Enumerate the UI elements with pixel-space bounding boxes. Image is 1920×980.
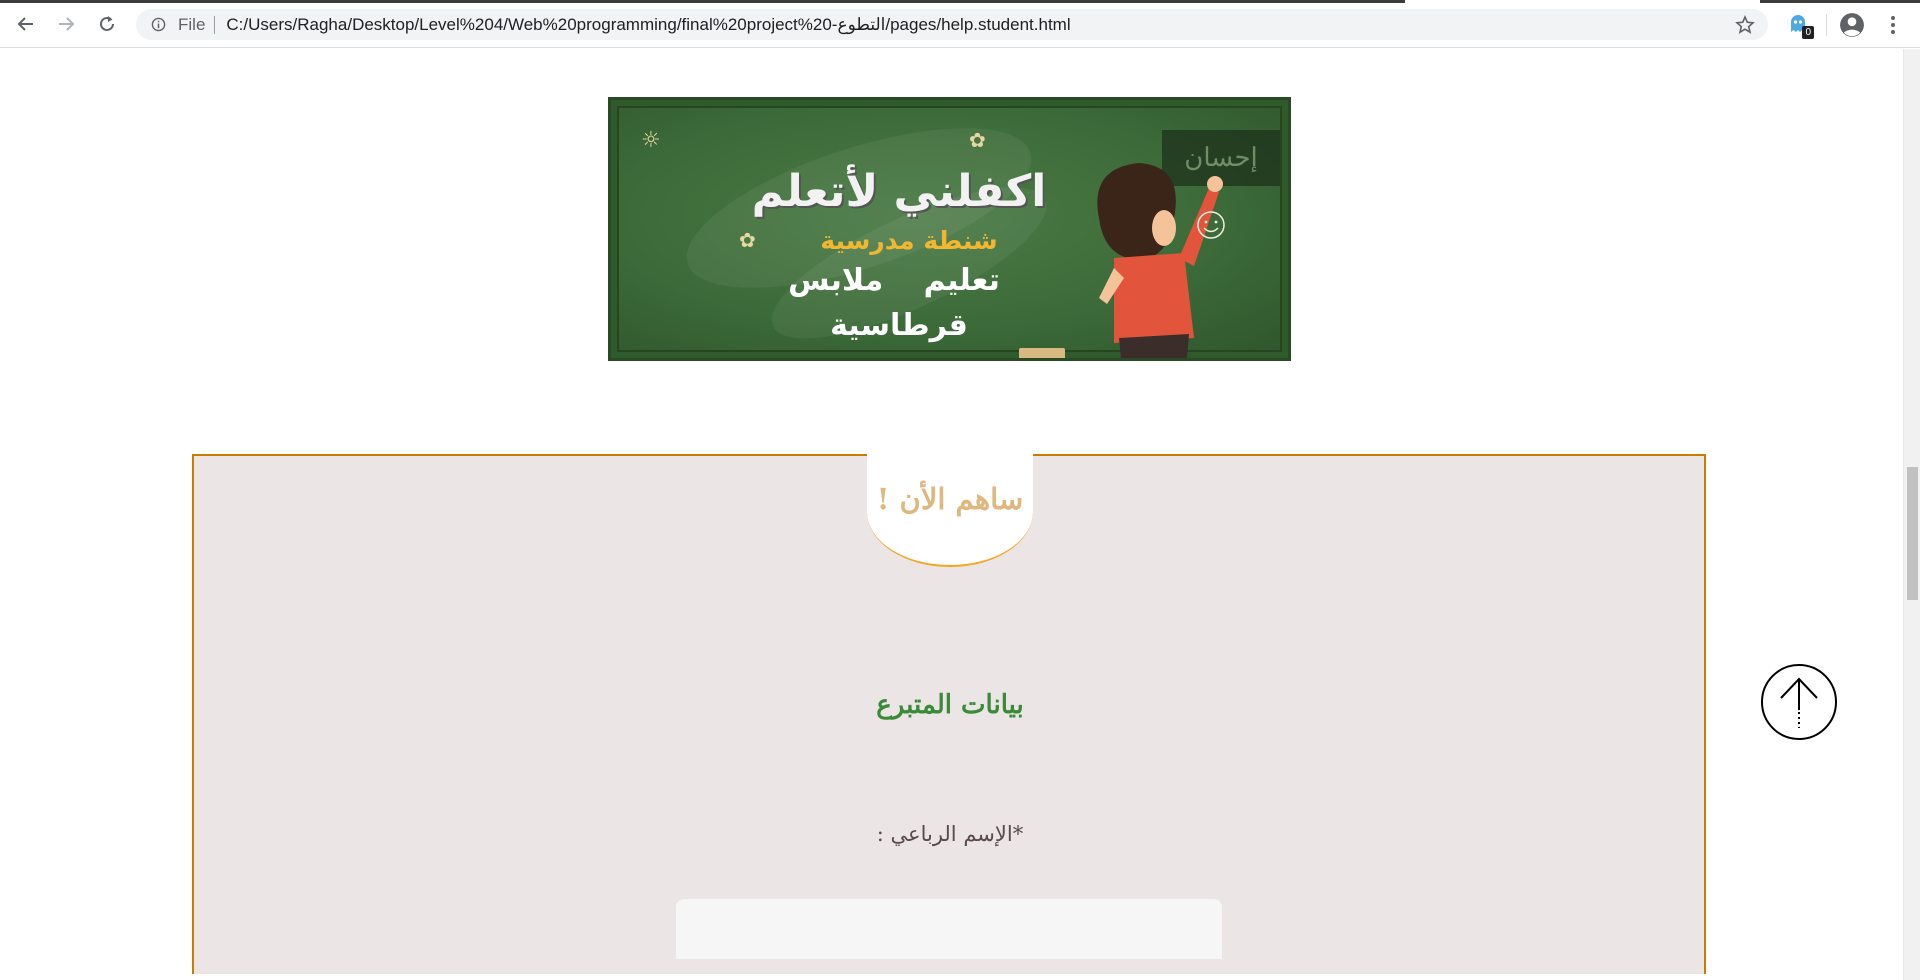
banner-headline: اكفلني لأتعلم xyxy=(751,166,1047,217)
arrow-right-icon xyxy=(59,17,75,31)
extension-badge: 0 xyxy=(1802,26,1814,39)
toolbar-divider xyxy=(1826,14,1827,36)
account-circle-icon xyxy=(1840,13,1864,37)
active-tab[interactable] xyxy=(1405,0,1760,3)
flower-doodle-icon: ✿ xyxy=(969,128,986,152)
url-separator xyxy=(214,15,216,34)
sun-doodle-icon: ☼ xyxy=(641,128,661,153)
donor-data-heading: بيانات المتبرع xyxy=(876,690,1024,720)
full-name-input[interactable] xyxy=(676,899,1222,959)
arrow-left-icon xyxy=(17,17,33,31)
back-to-top-button[interactable] xyxy=(1761,664,1837,740)
extension-button[interactable]: 0 xyxy=(1786,12,1814,39)
flower-doodle-icon: ✿ xyxy=(739,228,756,252)
url-text[interactable]: C:/Users/Ragha/Desktop/Level%204/Web%20p… xyxy=(226,15,1070,35)
banner-line-3: تعليم ملابس xyxy=(788,263,1000,298)
sponsorship-banner-image: إحسان اكفلني لأتعلم شنطة مدرسية تعليم مل… xyxy=(608,97,1291,361)
kebab-menu-icon xyxy=(1891,16,1895,34)
chalkboard: إحسان اكفلني لأتعلم شنطة مدرسية تعليم مل… xyxy=(617,100,1282,358)
back-button[interactable] xyxy=(13,11,39,37)
info-icon[interactable] xyxy=(150,17,166,33)
banner-subline: شنطة مدرسية xyxy=(820,226,998,255)
contribute-now-title: ساهم الأن ! xyxy=(876,482,1024,516)
chalk-eraser xyxy=(1019,348,1065,358)
forward-button[interactable] xyxy=(53,11,79,37)
bookmark-star-icon[interactable] xyxy=(1734,14,1756,36)
scrollbar-thumb[interactable] xyxy=(1907,467,1918,600)
tab-strip xyxy=(0,0,1920,3)
child-writing-illustration xyxy=(1097,163,1223,358)
arrow-up-icon xyxy=(1780,677,1818,728)
browser-menu-button[interactable] xyxy=(1880,11,1906,39)
url-scheme-label: File xyxy=(178,14,206,34)
reload-button[interactable] xyxy=(94,11,120,37)
banner-line-4: قرطاسية xyxy=(830,308,968,343)
profile-button[interactable] xyxy=(1838,11,1866,39)
full-name-label: *الإسم الرباعي : xyxy=(876,822,1024,846)
page-scrollbar[interactable] xyxy=(1903,49,1920,980)
address-bar[interactable]: File C:/Users/Ragha/Desktop/Level%204/We… xyxy=(136,9,1768,40)
browser-toolbar: File C:/Users/Ragha/Desktop/Level%204/We… xyxy=(0,0,1920,48)
reload-icon xyxy=(100,16,114,31)
contribute-now-badge: ساهم الأن ! xyxy=(867,440,1033,567)
smiley-doodle-icon xyxy=(1197,211,1225,239)
